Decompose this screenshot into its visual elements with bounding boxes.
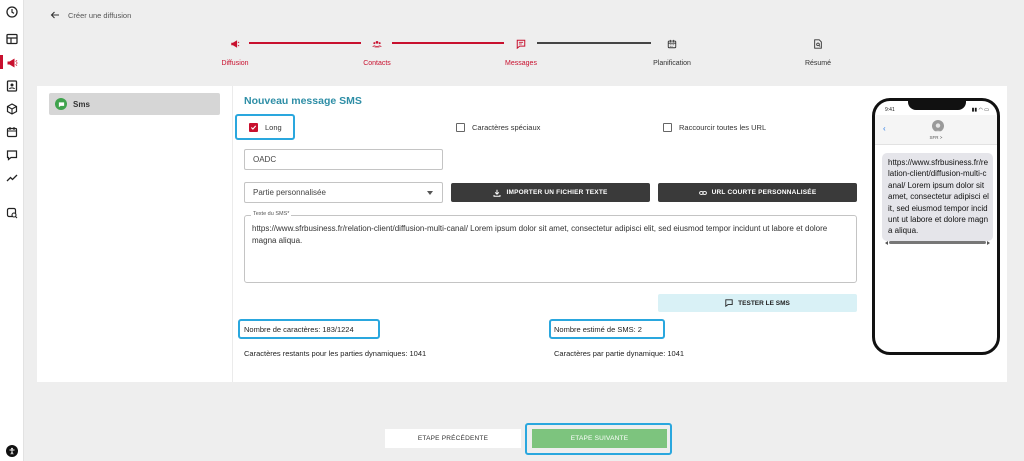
highlight-next-step bbox=[525, 423, 672, 455]
scrollbar-thumb[interactable] bbox=[889, 241, 986, 244]
active-indicator bbox=[0, 55, 3, 69]
column-divider bbox=[232, 86, 233, 382]
custom-part-select[interactable]: Partie personnalisée bbox=[244, 182, 443, 203]
sender-value: OADC bbox=[253, 155, 277, 164]
step-label: Contacts bbox=[363, 60, 391, 67]
step-label: Diffusion bbox=[221, 60, 249, 67]
special-chars-label: Caractères spéciaux bbox=[472, 123, 541, 132]
megaphone-icon bbox=[228, 36, 243, 51]
message-icon bbox=[725, 299, 733, 307]
megaphone-icon[interactable] bbox=[5, 56, 19, 70]
short-url-button-label: URL COURTE PERSONNALISÉE bbox=[711, 189, 817, 196]
channel-tab-sms[interactable]: Sms bbox=[49, 93, 220, 115]
back-link[interactable]: Créer une diffusion bbox=[50, 10, 131, 20]
sms-bubble-icon bbox=[55, 98, 67, 110]
previous-step-label: ETAPE PRÉCÉDENTE bbox=[417, 435, 489, 442]
calendar-icon[interactable] bbox=[5, 125, 19, 139]
sms-preview-bubble: https://www.sfrbusiness.fr/relation-clie… bbox=[882, 153, 993, 241]
checkbox-empty-icon bbox=[663, 123, 672, 132]
step-label: Résumé bbox=[804, 60, 832, 67]
package-icon[interactable] bbox=[5, 102, 19, 116]
chat-icon[interactable] bbox=[5, 148, 19, 162]
step-contacts[interactable]: Contacts bbox=[347, 36, 407, 67]
stepper-line-2 bbox=[392, 42, 504, 44]
step-diffusion[interactable]: Diffusion bbox=[205, 36, 265, 67]
custom-short-url-button[interactable]: URL COURTE PERSONNALISÉE bbox=[658, 183, 857, 202]
calendar-icon bbox=[665, 36, 680, 51]
scroll-right-icon bbox=[987, 240, 990, 245]
step-messages[interactable]: Messages bbox=[491, 36, 551, 67]
highlight-long bbox=[235, 114, 295, 140]
import-text-file-button[interactable]: IMPORTER UN FICHIER TEXTE bbox=[451, 183, 650, 202]
checkbox-empty-icon bbox=[456, 123, 465, 132]
highlight-char-count bbox=[238, 319, 380, 339]
special-chars-checkbox[interactable]: Caractères spéciaux bbox=[456, 123, 540, 132]
avatar bbox=[932, 120, 944, 132]
remaining-dynamic-chars: Caractères restants pour les parties dyn… bbox=[244, 349, 427, 358]
highlight-sms-count bbox=[549, 319, 665, 339]
step-label: Planification bbox=[653, 60, 691, 67]
signal-wifi-battery-icon: ▮▮ ◠ ▭ bbox=[971, 107, 989, 113]
accessibility-icon[interactable] bbox=[6, 445, 18, 457]
contact-name: SFR > bbox=[929, 135, 943, 140]
message-icon bbox=[514, 36, 529, 51]
download-icon bbox=[493, 189, 501, 197]
preview-scrollbar[interactable] bbox=[885, 240, 990, 245]
step-planification[interactable]: Planification bbox=[642, 36, 702, 67]
arrow-left-icon bbox=[50, 11, 59, 19]
chars-per-dynamic-part: Caractères par partie dynamique: 1041 bbox=[554, 349, 685, 358]
document-search-icon bbox=[811, 36, 826, 51]
previous-step-button[interactable]: ETAPE PRÉCÉDENTE bbox=[385, 429, 521, 448]
sender-input[interactable]: OADC bbox=[244, 149, 443, 170]
phone-status-bar: 9:41 ▮▮ ◠ ▭ bbox=[885, 107, 989, 113]
sms-text-value: https://www.sfrbusiness.fr/relation-clie… bbox=[252, 224, 828, 245]
form-title: Nouveau message SMS bbox=[244, 95, 362, 107]
dashboard-icon[interactable] bbox=[5, 32, 19, 46]
message-card: Sms Nouveau message SMS Long Caractères … bbox=[37, 86, 1007, 382]
step-label: Messages bbox=[505, 60, 537, 67]
footer-bar: ETAPE PRÉCÉDENTE ETAPE SUIVANTE bbox=[0, 400, 1024, 461]
custom-part-value: Partie personnalisée bbox=[253, 188, 326, 197]
phone-time: 9:41 bbox=[885, 107, 895, 113]
channel-tab-label: Sms bbox=[73, 99, 90, 109]
phone-conversation-header: ‹ SFR > bbox=[875, 115, 997, 145]
step-resume[interactable]: Résumé bbox=[788, 36, 848, 67]
shorten-urls-label: Raccourcir toutes les URL bbox=[679, 123, 767, 132]
settings-search-icon[interactable] bbox=[5, 206, 19, 220]
stepper-line-3 bbox=[537, 42, 651, 44]
chevron-down-icon bbox=[427, 191, 433, 195]
group-icon bbox=[370, 36, 385, 51]
sms-text-legend: Texte du SMS* bbox=[251, 211, 292, 217]
stepper-line-1 bbox=[249, 42, 361, 44]
left-nav-rail bbox=[0, 0, 24, 461]
link-icon bbox=[698, 190, 707, 195]
phone-preview: 9:41 ▮▮ ◠ ▭ ‹ SFR > https://www.sfrbusin… bbox=[872, 98, 1000, 355]
page-title: Créer une diffusion bbox=[68, 10, 132, 20]
sms-text-area[interactable]: Texte du SMS* https://www.sfrbusiness.fr… bbox=[244, 211, 857, 283]
test-sms-label: TESTER LE SMS bbox=[738, 299, 790, 307]
test-sms-button[interactable]: TESTER LE SMS bbox=[658, 294, 857, 312]
shorten-urls-checkbox[interactable]: Raccourcir toutes les URL bbox=[663, 123, 766, 132]
import-button-label: IMPORTER UN FICHIER TEXTE bbox=[506, 189, 608, 196]
trend-chart-icon[interactable] bbox=[5, 171, 19, 185]
chevron-left-icon: ‹ bbox=[883, 124, 886, 133]
contacts-book-icon[interactable] bbox=[5, 79, 19, 93]
clock-icon[interactable] bbox=[5, 5, 19, 19]
